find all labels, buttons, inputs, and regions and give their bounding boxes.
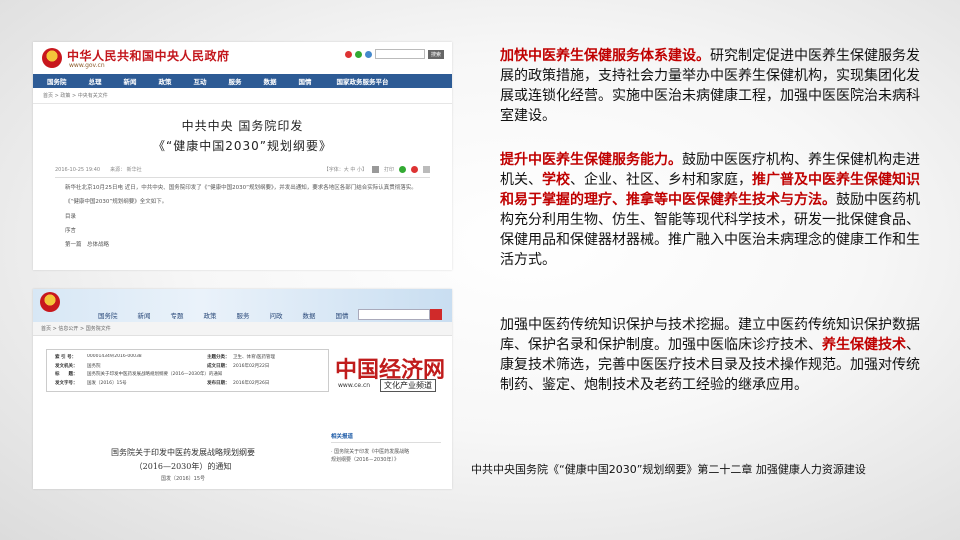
nav-item[interactable]: 国情 [288, 76, 323, 86]
article-body: 中共中央 国务院印发 《“健康中国2030”规划纲要》 2016-10-25 1… [33, 117, 452, 249]
highlight-text: 学校 [542, 172, 570, 188]
weibo-icon[interactable] [344, 50, 352, 58]
breadcrumb[interactable]: 首页 > 政策 > 中央有关文件 [33, 88, 452, 104]
article-text: 新华社北京10月25日电 近日，中共中央、国务院印发了《“健康中国2030”规划… [55, 184, 430, 249]
article-heading-1: 中共中央 国务院印发 [181, 119, 304, 133]
site-header: 中华人民共和国中央人民政府 www.gov.cn 搜索 [33, 42, 452, 74]
ce-cn-url: www.ce.cn [338, 382, 371, 389]
nav-item[interactable]: 数据 [253, 76, 288, 86]
related-heading: 相关报道 [331, 432, 441, 443]
search-bar [358, 309, 442, 320]
screenshot-gov-article: 中华人民共和国中央人民政府 www.gov.cn 搜索 国务院 总理 新闻 政策… [33, 42, 452, 270]
ce-cn-channel: 文化产业频道 [380, 379, 436, 392]
search-button[interactable]: 搜索 [427, 49, 444, 59]
site-header: 国务院 新闻 专题 政策 服务 问政 数据 国情 [33, 289, 452, 322]
nav-item[interactable]: 国情 [326, 310, 359, 320]
breadcrumb[interactable]: 首页 > 信息公开 > 国务院文件 [33, 322, 452, 336]
source-caption: 中共中央国务院《“健康中国2030”规划纲要》第二十二章 加强健康人力资源建设 [471, 463, 866, 476]
nav-item[interactable]: 互动 [183, 76, 218, 86]
nav-item[interactable]: 服务 [227, 310, 260, 320]
paragraph-health-service-capacity: 提升中医养生保健服务能力。鼓励中医医疗机构、养生保健机构走进机关、学校、企业、社… [500, 150, 926, 270]
toc-item: 目录 [65, 213, 77, 220]
highlight-text: 提升中医养生保健服务能力。 [500, 152, 682, 168]
share-weibo-icon[interactable] [411, 166, 418, 173]
related-link[interactable]: · 国务院关于印发《中医药发展战略 [331, 448, 441, 456]
article-heading-2: 《“健康中国2030”规划纲要》 [153, 139, 332, 153]
print-icon[interactable] [371, 166, 379, 173]
nav-item[interactable]: 新闻 [128, 310, 161, 320]
table-row: 发文字号： 国发〔2016〕15号 发布日期： 2016年02月26日 [55, 380, 270, 386]
body-text: 、企业、社区、乡村和家庭， [570, 172, 752, 188]
nav-item[interactable]: 服务 [218, 76, 253, 86]
site-url: www.gov.cn [69, 62, 105, 69]
highlight-text: 养生保健技术 [822, 337, 906, 353]
article-meta: 2016-10-25 19:40 来源： 新华社 【字体：大 中 小】 打印 [55, 166, 430, 178]
font-size-control[interactable]: 【字体：大 中 小】 [324, 166, 367, 173]
national-emblem-icon [40, 292, 60, 312]
nav-item[interactable]: 专题 [161, 310, 194, 320]
document-info-table: 索 引 号： 000014349/2016-00038 主题分类： 卫生、体育\… [46, 349, 329, 392]
search-input[interactable] [358, 309, 430, 320]
document-title-line-2: （2016—2030年）的通知 [134, 462, 232, 471]
main-nav: 国务院 新闻 专题 政策 服务 问政 数据 国情 [88, 310, 359, 320]
paragraph-health-service-system: 加快中医养生保健服务体系建设。研究制定促进中医养生保健服务发展的政策措施，支持社… [500, 46, 926, 126]
wechat-icon[interactable] [354, 50, 362, 58]
nav-item[interactable]: 新闻 [113, 76, 148, 86]
article-paragraph: 新华社北京10月25日电 近日，中共中央、国务院印发了《“健康中国2030”规划… [65, 185, 417, 191]
nav-item[interactable]: 政策 [194, 310, 227, 320]
share-wechat-icon[interactable] [399, 166, 406, 173]
article-date: 2016-10-25 19:40 [55, 166, 101, 173]
search-button[interactable] [430, 309, 442, 320]
main-nav: 国务院 总理 新闻 政策 互动 服务 数据 国情 国家政务服务平台 [33, 74, 452, 88]
document-title-line-1: 国务院关于印发中医药发展战略规划纲要 [111, 448, 255, 457]
national-emblem-icon [42, 48, 62, 68]
nav-item[interactable]: 总理 [78, 76, 113, 86]
nav-item[interactable]: 国务院 [88, 310, 128, 320]
article-source: 来源： 新华社 [110, 167, 142, 173]
print-link[interactable]: 打印 [384, 166, 394, 173]
nav-item[interactable]: 问政 [260, 310, 293, 320]
highlight-text: 加快中医养生保健服务体系建设。 [500, 48, 710, 64]
related-link[interactable]: 规划纲要（2016－2030年）》 [331, 456, 441, 464]
table-row: 标 题： 国务院关于印发中医药发展战略规划纲要（2016—2030年）的通知 [55, 372, 223, 377]
toc-item: 第一篇 总体战略 [65, 242, 110, 248]
nav-item[interactable]: 政策 [148, 76, 183, 86]
mobile-icon[interactable] [364, 50, 372, 58]
search-input[interactable] [374, 49, 425, 59]
article-paragraph: 《“健康中国2030”规划纲要》全文如下。 [65, 199, 168, 206]
related-reports: 相关报道 · 国务院关于印发《中医药发展战略 规划纲要（2016－2030年）》 [331, 432, 441, 464]
share-more-icon[interactable] [423, 166, 430, 173]
header-tools: 搜索 [344, 49, 444, 59]
paragraph-tcm-knowledge-protection: 加强中医药传统知识保护与技术挖掘。建立中医药传统知识保护数据库、保护名录和保护制… [500, 315, 926, 395]
nav-item[interactable]: 数据 [293, 310, 326, 320]
nav-item[interactable]: 国务院 [36, 76, 78, 86]
nav-item[interactable]: 国家政务服务平台 [323, 76, 400, 86]
table-row: 发文机关： 国务院 成文日期： 2016年02月22日 [55, 363, 270, 369]
screenshot-council-document: 国务院 新闻 专题 政策 服务 问政 数据 国情 首页 > 信息公开 > 国务院… [33, 289, 452, 489]
document-number: 国发〔2016〕15号 [160, 476, 206, 482]
toc-item: 序言 [65, 227, 77, 234]
table-row: 索 引 号： 000014349/2016-00038 主题分类： 卫生、体育\… [55, 354, 276, 360]
